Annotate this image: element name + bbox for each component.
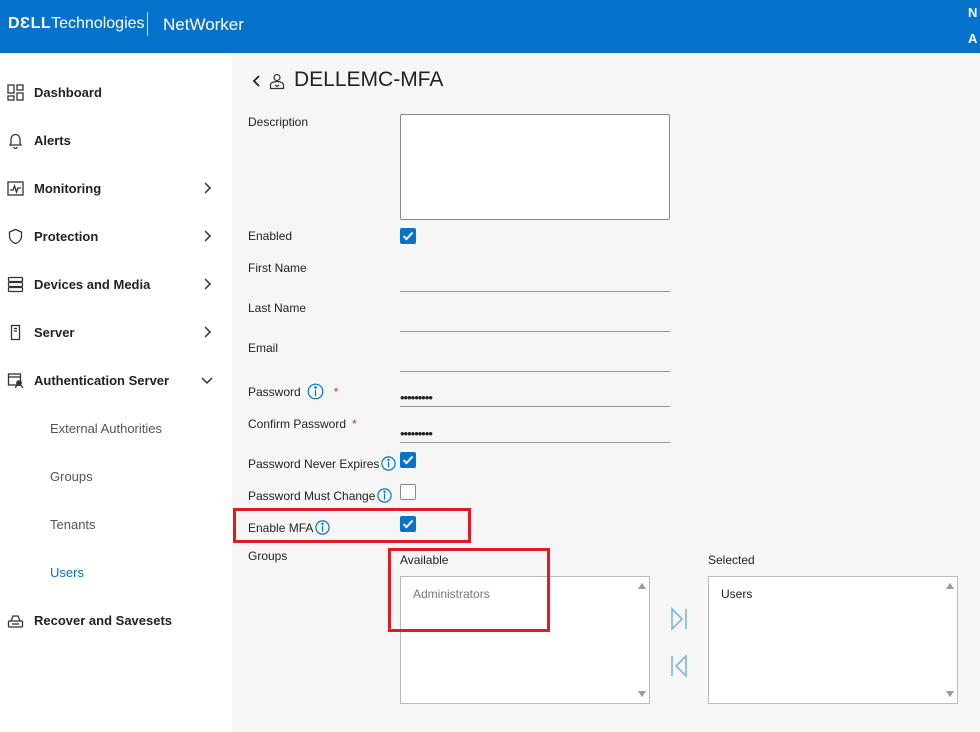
first-name-label: First Name xyxy=(248,261,307,275)
groups-label: Groups xyxy=(248,549,288,563)
sidebar-item-authentication-server[interactable]: Authentication Server xyxy=(0,365,232,395)
chevron-right-icon xyxy=(204,230,212,242)
available-highlight-box xyxy=(388,548,550,632)
user-icon xyxy=(269,73,285,90)
scroll-up-icon[interactable] xyxy=(946,583,954,589)
sidebar-item-protection[interactable]: Protection xyxy=(0,221,232,251)
shield-icon xyxy=(7,228,24,245)
checkmark-icon xyxy=(402,455,414,465)
sidebar-item-label: Authentication Server xyxy=(34,372,170,388)
sidebar-item-label: Alerts xyxy=(34,132,71,148)
chevron-down-icon xyxy=(201,377,213,385)
chevron-right-icon xyxy=(204,326,212,338)
sidebar-subitem-label: External Authorities xyxy=(50,420,163,436)
header-divider xyxy=(147,12,148,36)
sidebar-item-dashboard[interactable]: Dashboard xyxy=(0,77,232,107)
info-icon[interactable] xyxy=(377,488,393,503)
sidebar-item-recover-and-savesets[interactable]: Recover and Savesets xyxy=(0,605,232,635)
selected-label: Selected xyxy=(708,553,755,567)
scroll-down-icon[interactable] xyxy=(946,691,954,697)
last-name-label: Last Name xyxy=(248,301,307,315)
sidebar-subitem-external-authorities[interactable]: External Authorities xyxy=(0,414,232,442)
password-label: Password xyxy=(248,384,301,399)
bell-icon xyxy=(7,132,24,149)
product-name: NetWorker xyxy=(163,15,244,34)
brand-bold: DƐLL xyxy=(8,15,52,32)
move-left-icon[interactable] xyxy=(668,653,690,679)
password-must-change-checkbox[interactable] xyxy=(400,484,416,500)
sidebar-subitem-label: Users xyxy=(50,564,84,580)
email-input[interactable] xyxy=(400,350,670,372)
move-right-icon[interactable] xyxy=(668,606,690,632)
sidebar-item-devices-and-media[interactable]: Devices and Media xyxy=(0,269,232,299)
password-label-row: Password * xyxy=(248,383,338,400)
sidebar-item-label: Devices and Media xyxy=(34,276,151,292)
storage-icon xyxy=(7,276,24,293)
sidebar-subitem-label: Tenants xyxy=(50,516,96,532)
enable-mfa-highlight-box xyxy=(233,508,471,543)
enabled-checkbox[interactable] xyxy=(400,228,416,244)
chevron-right-icon xyxy=(204,182,212,194)
password-must-change-label: Password Must Change xyxy=(248,488,376,503)
scroll-down-icon[interactable] xyxy=(638,691,646,697)
description-label: Description xyxy=(248,115,309,129)
sidebar-item-label: Server xyxy=(34,324,75,340)
sidebar-item-monitoring[interactable]: Monitoring xyxy=(0,173,232,203)
checkmark-icon xyxy=(402,231,414,241)
list-item[interactable]: Users xyxy=(721,587,752,601)
password-must-change-label-row: Password Must Change xyxy=(248,488,393,503)
sidebar-item-label: Protection xyxy=(34,228,99,244)
password-never-expires-checkbox[interactable] xyxy=(400,452,416,468)
sidebar-item-alerts[interactable]: Alerts xyxy=(0,125,232,155)
scroll-up-icon[interactable] xyxy=(638,583,646,589)
recover-icon xyxy=(7,612,24,629)
confirm-password-label-row: Confirm Password * xyxy=(248,417,357,431)
header-right-text-2[interactable]: A xyxy=(968,31,977,46)
sidebar-subitem-users[interactable]: Users xyxy=(0,558,232,586)
sidebar-item-label: Recover and Savesets xyxy=(34,612,173,628)
page-title: DELLEMC-MFA xyxy=(294,68,444,91)
top-bar: DƐLLTechnologies NetWorker N A xyxy=(0,0,980,53)
info-icon[interactable] xyxy=(307,383,324,400)
required-marker: * xyxy=(333,384,339,399)
description-textarea[interactable] xyxy=(400,114,670,220)
sidebar-subitem-label: Groups xyxy=(50,468,93,484)
brand-light: Technologies xyxy=(51,15,145,32)
header-right-text-1[interactable]: N xyxy=(968,5,977,20)
dell-technologies-logo[interactable]: DƐLLTechnologies xyxy=(8,15,145,33)
confirm-password-label: Confirm Password xyxy=(248,417,347,431)
selected-groups-list[interactable]: Users xyxy=(708,576,958,704)
sidebar-item-label: Monitoring xyxy=(34,180,102,196)
required-marker: * xyxy=(352,417,357,431)
enabled-label: Enabled xyxy=(248,229,293,243)
sidebar-item-server[interactable]: Server xyxy=(0,317,232,347)
confirm-password-input[interactable]: ••••••••• xyxy=(400,421,670,443)
info-icon[interactable] xyxy=(381,456,397,471)
back-arrow-icon[interactable] xyxy=(250,73,264,89)
chevron-right-icon xyxy=(204,278,212,290)
server-icon xyxy=(7,324,24,341)
email-label: Email xyxy=(248,341,279,355)
password-never-expires-label-row: Password Never Expires xyxy=(248,456,397,471)
monitoring-icon xyxy=(7,180,24,197)
last-name-input[interactable] xyxy=(400,310,670,332)
sidebar-subitem-tenants[interactable]: Tenants xyxy=(0,510,232,538)
password-never-expires-label: Password Never Expires xyxy=(248,456,380,471)
first-name-input[interactable] xyxy=(400,270,670,292)
auth-server-icon xyxy=(7,372,24,389)
sidebar-subitem-groups[interactable]: Groups xyxy=(0,462,232,490)
dashboard-icon xyxy=(7,83,24,101)
password-input[interactable]: ••••••••• xyxy=(400,385,670,407)
sidebar-item-label: Dashboard xyxy=(34,84,102,100)
